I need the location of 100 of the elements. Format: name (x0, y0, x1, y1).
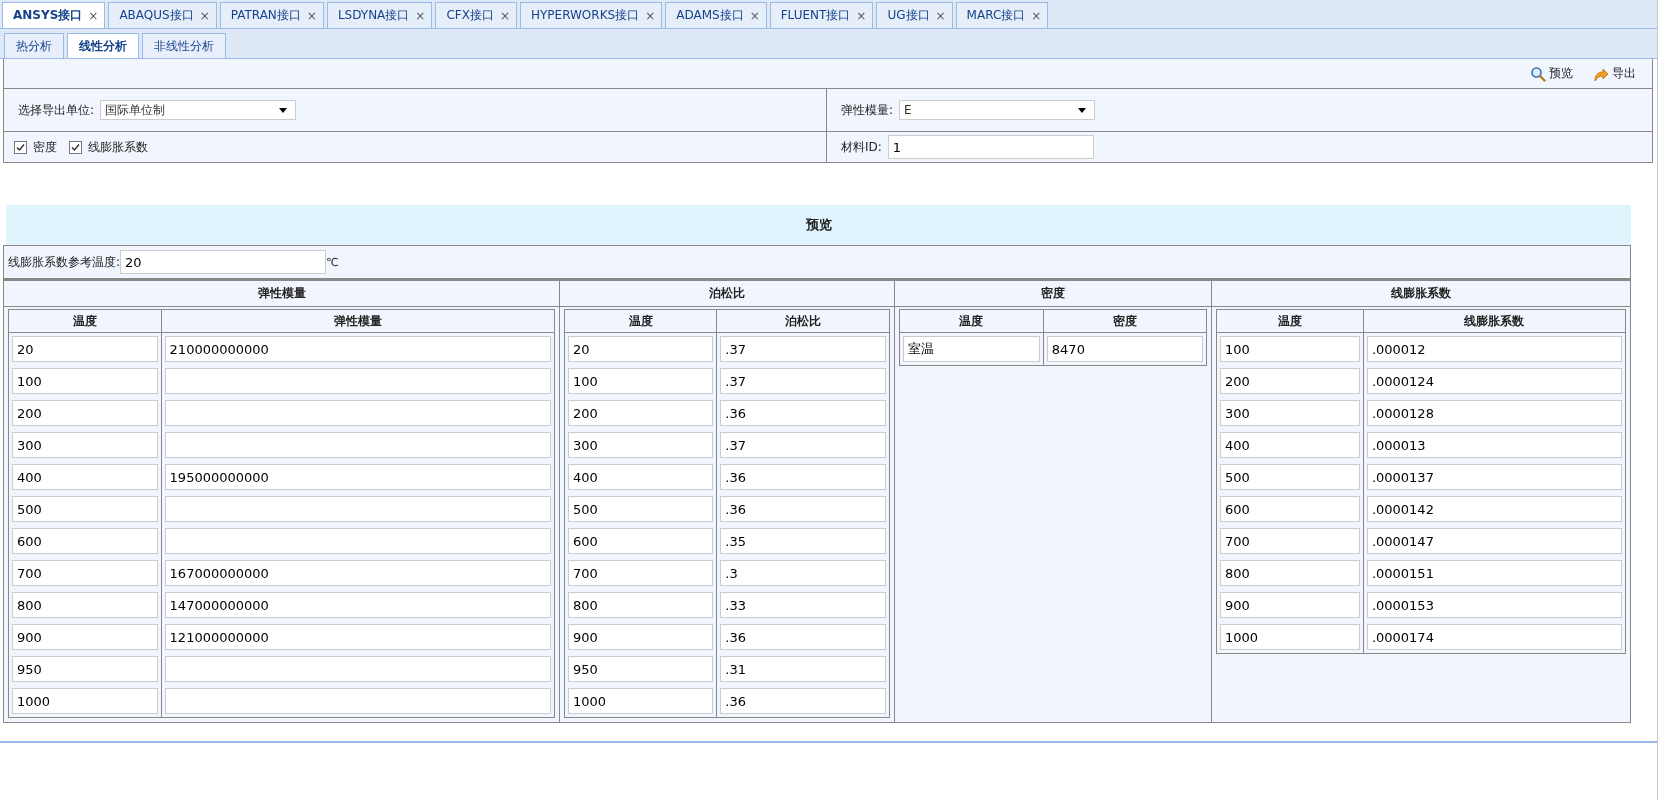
table-cell-field[interactable]: 900 (568, 624, 714, 650)
reference-temperature-field[interactable]: 20 (120, 250, 327, 274)
table-cell-field[interactable]: .33 (720, 592, 886, 618)
table-cell-field[interactable]: .36 (720, 624, 886, 650)
table-cell-field[interactable]: 200 (568, 400, 714, 426)
close-icon[interactable]: × (499, 8, 510, 23)
table-cell-field[interactable] (164, 368, 551, 394)
close-icon[interactable]: × (749, 8, 760, 23)
table-cell-field[interactable]: .0000124 (1366, 368, 1622, 394)
table-cell-field[interactable]: 400 (12, 464, 158, 490)
table-cell-field[interactable]: 600 (568, 528, 714, 554)
table-cell-field[interactable]: 600 (12, 528, 158, 554)
table-cell-field[interactable]: 20 (12, 336, 158, 362)
table-cell-field[interactable]: 室温 (903, 336, 1040, 362)
table-cell-field[interactable]: 700 (568, 560, 714, 586)
table-cell-field[interactable]: 210000000000 (164, 336, 551, 362)
tab[interactable]: 非线性分析 (142, 33, 226, 58)
table-cell-field[interactable]: 195000000000 (164, 464, 551, 490)
tab[interactable]: PATRAN接口 × (219, 2, 324, 28)
table-cell-field[interactable]: .37 (720, 432, 886, 458)
table-cell-field[interactable]: 900 (1220, 592, 1360, 618)
table-cell-field[interactable]: .0000128 (1366, 400, 1622, 426)
table-cell-field[interactable]: .0000174 (1366, 624, 1622, 650)
table-cell-field[interactable]: 300 (568, 432, 714, 458)
table-cell-field[interactable]: 500 (568, 496, 714, 522)
table-cell-field[interactable]: .36 (720, 400, 886, 426)
table-cell-field[interactable]: 400 (1220, 432, 1360, 458)
table-cell-field[interactable] (164, 528, 551, 554)
tab[interactable]: ABAQUS接口 × (108, 2, 217, 28)
close-icon[interactable]: × (856, 8, 867, 23)
table-cell-field[interactable]: 200 (1220, 368, 1360, 394)
tab[interactable]: MARC接口 × (955, 2, 1049, 28)
checkbox[interactable] (69, 140, 82, 154)
table-cell-field[interactable]: 400 (568, 464, 714, 490)
table-cell-field[interactable]: 500 (12, 496, 158, 522)
modulus-dropdown[interactable]: E (899, 100, 1096, 120)
table-cell-field[interactable] (164, 432, 551, 458)
table-cell-field[interactable]: 800 (1220, 560, 1360, 586)
table-cell-field[interactable]: 100 (1220, 336, 1360, 362)
close-icon[interactable]: × (645, 8, 656, 23)
table-cell-field[interactable]: 800 (568, 592, 714, 618)
table-cell-field[interactable]: .31 (720, 656, 886, 682)
table-cell-field[interactable]: .36 (720, 464, 886, 490)
close-icon[interactable]: × (199, 8, 210, 23)
close-icon[interactable]: × (1031, 8, 1042, 23)
table-cell-field[interactable]: 300 (1220, 400, 1360, 426)
table-cell-field[interactable]: .000012 (1366, 336, 1622, 362)
tab[interactable]: ANSYS接口 × (2, 2, 106, 28)
table-cell-field[interactable]: .36 (720, 688, 886, 714)
table-cell-field[interactable]: 8470 (1046, 336, 1203, 362)
material-id-field[interactable]: 1 (887, 135, 1094, 159)
unit-dropdown[interactable]: 国际单位制 (100, 100, 297, 120)
table-cell-field[interactable]: .0000137 (1366, 464, 1622, 490)
table-cell-field[interactable]: .0000147 (1366, 528, 1622, 554)
tab[interactable]: 热分析 (4, 33, 64, 58)
table-cell-field[interactable]: 20 (568, 336, 714, 362)
table-cell-field[interactable]: 147000000000 (164, 592, 551, 618)
tab[interactable]: ADAMS接口 × (665, 2, 767, 28)
tab[interactable]: 线性分析 (67, 33, 139, 58)
tab[interactable]: HYPERWORKS接口 × (519, 2, 663, 28)
table-cell-field[interactable]: 1000 (568, 688, 714, 714)
table-cell-field[interactable]: .37 (720, 336, 886, 362)
table-cell-field[interactable]: 100 (568, 368, 714, 394)
table-cell-field[interactable]: 950 (12, 656, 158, 682)
table-cell-field[interactable]: 500 (1220, 464, 1360, 490)
close-icon[interactable]: × (415, 8, 426, 23)
table-cell-field[interactable]: 950 (568, 656, 714, 682)
table-cell-field[interactable]: .000013 (1366, 432, 1622, 458)
table-cell-field[interactable]: 700 (1220, 528, 1360, 554)
tab[interactable]: UG接口 × (876, 2, 953, 28)
table-cell-field[interactable]: 200 (12, 400, 158, 426)
table-cell-field[interactable]: 121000000000 (164, 624, 551, 650)
tab[interactable]: FLUENT接口 × (769, 2, 874, 28)
preview-button[interactable]: 预览 (1528, 63, 1575, 84)
close-icon[interactable]: × (88, 8, 99, 23)
close-icon[interactable]: × (306, 8, 317, 23)
table-cell-field[interactable]: .35 (720, 528, 886, 554)
table-cell-field[interactable]: 900 (12, 624, 158, 650)
table-cell-field[interactable]: .0000153 (1366, 592, 1622, 618)
table-cell-field[interactable]: 1000 (12, 688, 158, 714)
checkbox[interactable] (14, 140, 27, 154)
table-cell-field[interactable]: .0000151 (1366, 560, 1622, 586)
table-cell-field[interactable]: 167000000000 (164, 560, 551, 586)
close-icon[interactable]: × (935, 8, 946, 23)
tab[interactable]: LSDYNA接口 × (326, 2, 433, 28)
table-cell-field[interactable] (164, 656, 551, 682)
table-cell-field[interactable]: .3 (720, 560, 886, 586)
table-cell-field[interactable]: 800 (12, 592, 158, 618)
table-cell-field[interactable]: 1000 (1220, 624, 1360, 650)
table-cell-field[interactable]: 100 (12, 368, 158, 394)
table-cell-field[interactable]: .0000142 (1366, 496, 1622, 522)
table-cell-field[interactable] (164, 496, 551, 522)
table-cell-field[interactable] (164, 400, 551, 426)
table-cell-field[interactable]: 600 (1220, 496, 1360, 522)
table-cell-field[interactable]: 300 (12, 432, 158, 458)
export-button[interactable]: 导出 (1591, 63, 1638, 84)
table-cell-field[interactable] (164, 688, 551, 714)
table-cell-field[interactable]: 700 (12, 560, 158, 586)
table-cell-field[interactable]: .36 (720, 496, 886, 522)
tab[interactable]: CFX接口 × (435, 2, 517, 28)
